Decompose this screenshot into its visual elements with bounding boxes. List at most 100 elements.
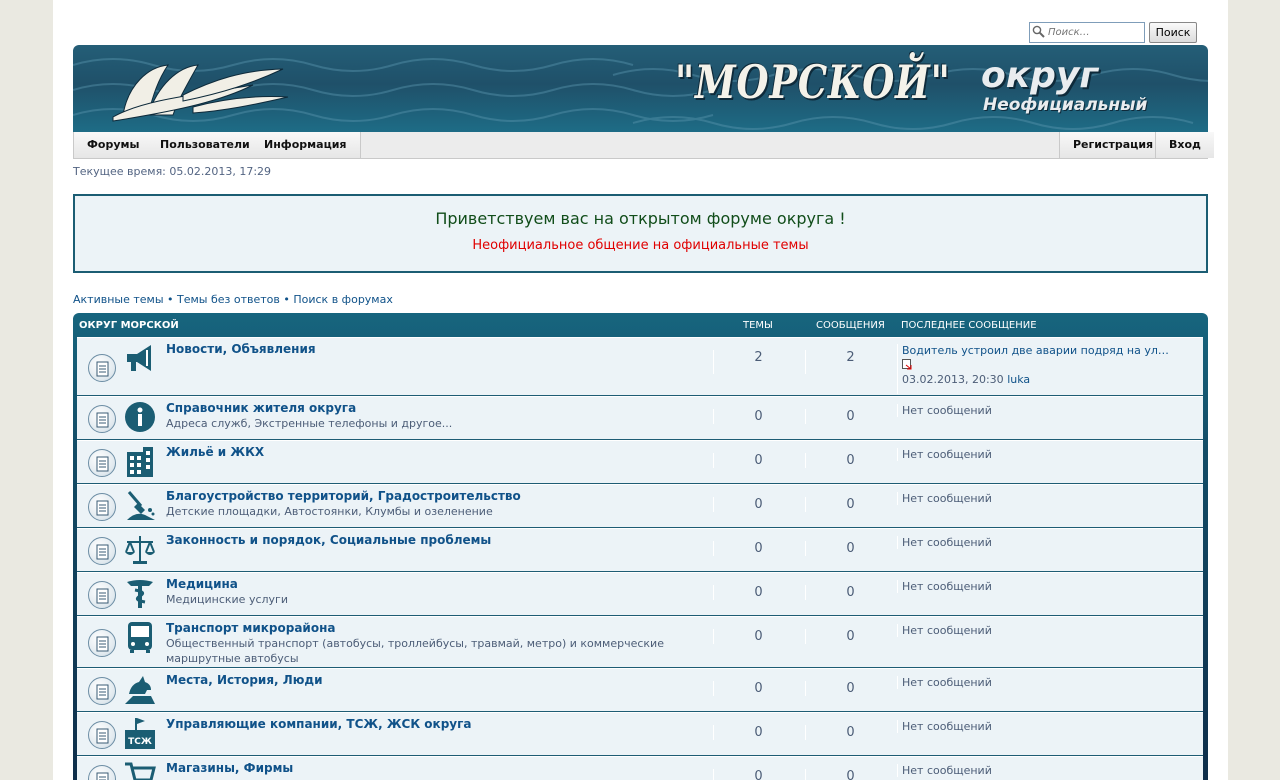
info-icon <box>125 402 155 432</box>
quick-links: Активные темы • Темы без ответов • Поиск… <box>73 293 393 306</box>
topics-count: 0 <box>713 409 803 424</box>
posts-count: 0 <box>805 725 895 740</box>
last-post: Нет сообщений <box>897 580 1197 593</box>
last-post: Нет сообщений <box>897 404 1197 417</box>
megaphone-icon <box>127 345 151 371</box>
topics-count: 0 <box>713 541 803 556</box>
forum-read-icon <box>88 537 116 565</box>
forum-title[interactable]: Благоустройство территорий, Градостроите… <box>166 489 521 503</box>
bus-icon <box>128 622 152 653</box>
building-icon <box>127 447 153 477</box>
last-post: Водитель устроил две аварии подряд на ул… <box>897 344 1197 394</box>
table-header: Округ Морской Темы Сообщения Последнее с… <box>73 313 1208 337</box>
forum-title[interactable]: Медицина <box>166 577 238 591</box>
view-latest-post-icon[interactable] <box>902 359 913 370</box>
forum-title[interactable]: Новости, Объявления <box>166 342 316 356</box>
forum-row: Справочник жителя округа Адреса служб, Э… <box>77 396 1203 440</box>
shovel-icon <box>127 491 155 520</box>
forum-read-icon <box>88 765 116 780</box>
nav-login[interactable]: Вход <box>1155 132 1214 158</box>
banner-subtitle: Неофициальный <box>983 95 1148 115</box>
search-button[interactable]: Поиск <box>1149 22 1197 43</box>
posts-count: 0 <box>805 769 895 780</box>
forum-title[interactable]: Справочник жителя округа <box>166 401 356 415</box>
last-post-title[interactable]: Водитель устроил две аварии подряд на ул… <box>902 344 1197 357</box>
forum-read-icon <box>88 493 116 521</box>
search-box: Поиск <box>1029 22 1197 43</box>
posts-count: 0 <box>805 629 895 644</box>
forum-title[interactable]: Управляющие компании, ТСЖ, ЖСК округа <box>166 717 471 731</box>
header-posts: Сообщения <box>816 320 885 331</box>
header-topics: Темы <box>743 320 773 331</box>
forum-row: Транспорт микрорайона Общественный транс… <box>77 616 1203 668</box>
last-post: Нет сообщений <box>897 764 1197 777</box>
site-banner[interactable]: "МОРСКОЙ" округ Неофициальный <box>73 45 1208 132</box>
forum-description: Адреса служб, Экстренные телефоны и друг… <box>166 417 453 430</box>
header-last-post: Последнее сообщение <box>901 320 1037 331</box>
banner-okrug: округ <box>981 55 1099 96</box>
forum-read-icon <box>88 629 116 657</box>
last-post: Нет сообщений <box>897 448 1197 461</box>
monument-icon <box>125 676 155 704</box>
posts-count: 0 <box>805 497 895 512</box>
posts-count: 0 <box>805 453 895 468</box>
welcome-box: Приветствуем вас на открытом форуме окру… <box>73 194 1208 273</box>
forum-description: Детские площадки, Автостоянки, Клумбы и … <box>166 505 493 518</box>
welcome-title: Приветствуем вас на открытом форуме окру… <box>435 209 846 228</box>
forum-row: Магазины, Фирмы 0 0 Нет сообщений <box>77 756 1203 780</box>
nav-users[interactable]: Пользователи <box>147 132 264 158</box>
nav-register[interactable]: Регистрация <box>1059 132 1167 158</box>
posts-count: 0 <box>805 541 895 556</box>
search-input[interactable] <box>1029 22 1145 43</box>
forum-read-icon <box>88 721 116 749</box>
forum-title[interactable]: Транспорт микрорайона <box>166 621 335 635</box>
forum-row: Новости, Объявления 2 2 Водитель устроил… <box>77 337 1203 396</box>
category-title[interactable]: Округ Морской <box>79 320 179 331</box>
posts-count: 0 <box>805 681 895 696</box>
link-unanswered[interactable]: Темы без ответов <box>177 293 280 306</box>
forum-read-icon <box>88 405 116 433</box>
last-post: Нет сообщений <box>897 676 1197 689</box>
site-logo <box>112 64 289 122</box>
tsj-icon: ТСЖ <box>125 718 155 749</box>
last-post-author[interactable]: luka <box>1007 373 1030 386</box>
topics-count: 0 <box>713 497 803 512</box>
forum-table: Округ Морской Темы Сообщения Последнее с… <box>73 313 1208 780</box>
last-post: Нет сообщений <box>897 720 1197 733</box>
tsj-icon-text: ТСЖ <box>128 737 152 747</box>
last-post-date: 03.02.2013, 20:30 <box>902 373 1004 386</box>
forum-title[interactable]: Места, История, Люди <box>166 673 323 687</box>
link-separator: • <box>163 293 177 306</box>
last-post: Нет сообщений <box>897 624 1197 637</box>
topics-count: 2 <box>713 350 803 374</box>
posts-count: 2 <box>805 350 895 374</box>
forum-description: Общественный транспорт (автобусы, тролле… <box>166 637 664 665</box>
nav-info[interactable]: Информация <box>251 132 361 158</box>
forum-row: Места, История, Люди 0 0 Нет сообщений <box>77 668 1203 712</box>
forum-row: ТСЖ Управляющие компании, ТСЖ, ЖСК округ… <box>77 712 1203 756</box>
topics-count: 0 <box>713 629 803 644</box>
cart-icon <box>125 762 156 780</box>
main-navbar: Форумы Пользователи Информация Регистрац… <box>73 132 1214 159</box>
forum-read-icon <box>88 354 116 382</box>
topics-count: 0 <box>713 769 803 780</box>
forum-title[interactable]: Жильё и ЖКХ <box>166 445 264 459</box>
posts-count: 0 <box>805 409 895 424</box>
posts-count: 0 <box>805 585 895 600</box>
nav-forums[interactable]: Форумы <box>74 132 154 158</box>
forum-row: Жильё и ЖКХ 0 0 Нет сообщений <box>77 440 1203 484</box>
forum-read-icon <box>88 677 116 705</box>
forum-read-icon <box>88 581 116 609</box>
link-active-topics[interactable]: Активные темы <box>73 293 164 306</box>
caduceus-icon <box>127 580 153 608</box>
forum-read-icon <box>88 449 116 477</box>
link-search-forums[interactable]: Поиск в форумах <box>293 293 393 306</box>
topics-count: 0 <box>713 453 803 468</box>
current-time: Текущее время: 05.02.2013, 17:29 <box>73 165 272 178</box>
forum-title[interactable]: Магазины, Фирмы <box>166 761 293 775</box>
forum-row: Законность и порядок, Социальные проблем… <box>77 528 1203 572</box>
forum-title[interactable]: Законность и порядок, Социальные проблем… <box>166 533 491 547</box>
topics-count: 0 <box>713 725 803 740</box>
last-post: Нет сообщений <box>897 492 1197 505</box>
last-post: Нет сообщений <box>897 536 1197 549</box>
